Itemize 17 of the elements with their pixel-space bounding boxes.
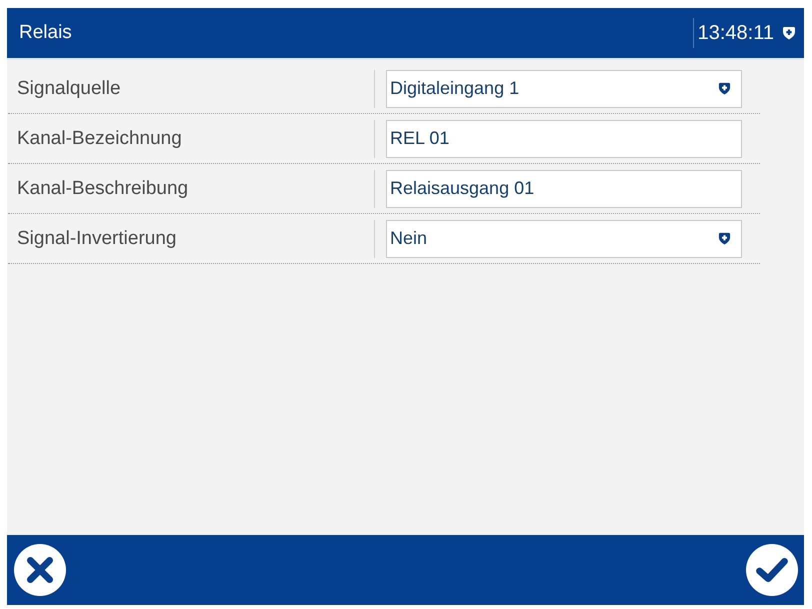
check-icon [746,544,798,596]
cancel-button[interactable] [14,544,66,596]
dropdown-field[interactable]: Nein [386,220,742,258]
window-title: Relais [19,22,72,44]
field-label: Kanal-Beschreibung [16,178,190,200]
clock-time: 13:48:11 [692,18,774,48]
field-label: Kanal-Bezeichnung [16,128,183,150]
shield-icon[interactable] [782,26,796,40]
field-label: Signal-Invertierung [16,228,178,250]
field-label: Signalquelle [16,78,122,100]
close-icon [14,544,66,596]
shield-icon[interactable] [718,232,731,245]
text-field[interactable]: Relaisausgang 01 [386,170,742,208]
confirm-button[interactable] [746,544,798,596]
shield-icon[interactable] [718,82,731,95]
dropdown-field[interactable]: Digitaleingang 1 [386,70,742,108]
text-field[interactable]: REL 01 [386,120,742,158]
